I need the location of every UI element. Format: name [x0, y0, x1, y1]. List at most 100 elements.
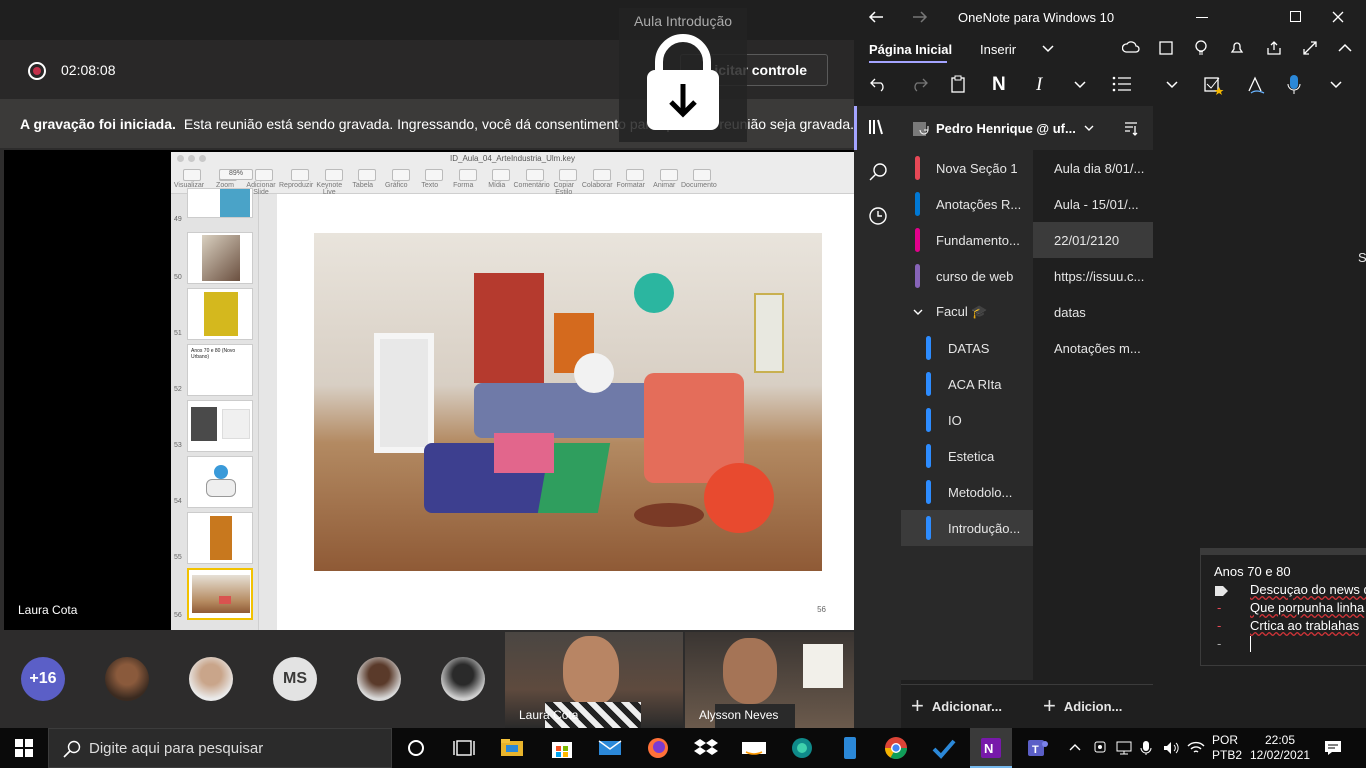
participant-avatar[interactable] — [441, 657, 485, 701]
webcam-icon[interactable] — [1092, 740, 1108, 756]
participant-avatar[interactable] — [189, 657, 233, 701]
participant-avatar[interactable] — [357, 657, 401, 701]
notebooks-icon[interactable] — [868, 118, 888, 136]
page-item[interactable]: Anotações m... — [1033, 330, 1153, 366]
section-item[interactable]: Nova Seção 1 — [901, 150, 1033, 186]
italic-icon[interactable]: I — [1036, 74, 1042, 96]
redo-icon[interactable] — [910, 76, 928, 92]
page-item[interactable]: Aula - 15/01/... — [1033, 186, 1153, 222]
recent-clock-icon[interactable] — [868, 206, 888, 226]
keynote-toolbar-button: Formatar — [614, 168, 648, 196]
phone-app-icon[interactable] — [838, 736, 862, 760]
note-line[interactable]: Crtica ao trablahas — [1250, 618, 1359, 633]
participant-avatar[interactable]: MS — [273, 657, 317, 701]
back-arrow-icon[interactable] — [868, 10, 884, 24]
section-item[interactable]: Metodolo... — [901, 474, 1033, 510]
section-item[interactable]: curso de web — [901, 258, 1033, 294]
lightbulb-icon[interactable] — [1194, 40, 1208, 56]
slide-page-number: 56 — [817, 605, 826, 614]
slide-thumbnail-selected[interactable] — [187, 568, 253, 620]
onenote-taskbar-active[interactable]: N — [970, 728, 1012, 768]
chevron-down-icon[interactable] — [1042, 45, 1054, 53]
network-icon[interactable] — [1115, 740, 1133, 756]
add-page-button[interactable]: + Adicion... — [1043, 684, 1122, 728]
tag-checkbox-icon[interactable] — [1204, 75, 1224, 95]
chevron-up-icon[interactable] — [1069, 742, 1081, 752]
sync-cloud-icon[interactable] — [1122, 40, 1140, 56]
clipboard-icon[interactable] — [950, 75, 966, 93]
notebook-selector[interactable]: Pedro Henrique @ uf... — [901, 106, 1153, 150]
section-item[interactable]: ACA RIta — [901, 366, 1033, 402]
teams-icon[interactable]: T — [1026, 736, 1050, 760]
note-container[interactable]: Anos 70 e 80 Descuçao do news d - Que po… — [1200, 548, 1366, 666]
todo-check-icon[interactable] — [932, 736, 956, 760]
bell-icon[interactable] — [1230, 40, 1244, 56]
download-overlay: Aula Introdução — [619, 8, 747, 142]
section-item[interactable]: DATAS — [901, 330, 1033, 366]
search-icon[interactable] — [868, 162, 888, 182]
microphone-icon[interactable] — [1140, 740, 1152, 756]
close-icon[interactable] — [1332, 11, 1344, 23]
chevron-down-icon[interactable] — [1074, 81, 1086, 89]
edge-browser-icon[interactable] — [790, 736, 814, 760]
page-item[interactable]: Aula dia 8/01/... — [1033, 150, 1153, 186]
sort-icon[interactable] — [1123, 120, 1139, 136]
section-group-facul[interactable]: Facul 🎓 — [901, 294, 1033, 330]
add-section-button[interactable]: + Adicionar... — [911, 684, 1002, 728]
section-item[interactable]: Estetica — [901, 438, 1033, 474]
section-item[interactable]: Anotações R... — [901, 186, 1033, 222]
mail-icon[interactable] — [598, 736, 622, 760]
slide-thumbnail — [187, 188, 253, 218]
undo-icon[interactable] — [870, 76, 888, 92]
bullet-list-icon[interactable] — [1112, 76, 1132, 92]
note-container-handle[interactable] — [1201, 549, 1366, 555]
note-heading[interactable]: Anos 70 e 80 — [1214, 564, 1291, 579]
participant-video-tile[interactable]: Alysson Neves — [685, 632, 854, 728]
clock[interactable]: 22:05 12/02/2021 — [1250, 733, 1310, 763]
keynote-toolbar-button: Animar — [648, 168, 682, 196]
spelling-icon[interactable] — [1246, 75, 1266, 95]
microsoft-store-icon[interactable] — [550, 736, 574, 760]
keynote-toolbar-button: Keynote Live — [313, 168, 347, 196]
maximize-icon[interactable] — [1290, 11, 1301, 22]
cortana-icon[interactable] — [404, 736, 428, 760]
tab-home[interactable]: Página Inicial — [869, 42, 952, 57]
forward-arrow-icon[interactable] — [912, 10, 928, 24]
overflow-participants-button[interactable]: +16 — [21, 657, 65, 701]
language-indicator[interactable]: POR PTB2 — [1212, 733, 1242, 763]
dropbox-icon[interactable] — [694, 736, 718, 760]
chrome-icon[interactable] — [884, 736, 908, 760]
page-item[interactable]: https://issuu.c... — [1033, 258, 1153, 294]
bold-icon[interactable]: N — [992, 74, 1006, 96]
share-icon[interactable] — [1266, 40, 1282, 56]
note-line[interactable]: Descuçao do news d — [1250, 582, 1366, 597]
dictate-microphone-icon[interactable] — [1286, 74, 1302, 96]
note-line[interactable]: Que porpunha linha — [1250, 600, 1364, 615]
sticky-notes-icon[interactable] — [1158, 40, 1174, 56]
task-view-icon[interactable] — [452, 736, 476, 760]
tab-insert[interactable]: Inserir — [980, 42, 1016, 57]
section-item[interactable]: Fundamento... — [901, 222, 1033, 258]
firefox-icon[interactable] — [646, 736, 670, 760]
action-center-icon[interactable] — [1324, 740, 1342, 756]
chevron-down-icon[interactable] — [1330, 81, 1342, 89]
file-explorer-icon[interactable] — [500, 736, 524, 760]
windows-start-icon[interactable] — [15, 739, 33, 757]
page-item[interactable]: datas — [1033, 294, 1153, 330]
section-item-selected[interactable]: Introdução... — [901, 510, 1033, 546]
taskbar-search-box[interactable]: Digite aqui para pesquisar — [48, 728, 392, 768]
volume-icon[interactable] — [1162, 740, 1180, 756]
chevron-up-icon[interactable] — [1338, 42, 1352, 54]
keynote-toolbar-button: Documento — [681, 168, 717, 196]
amazon-icon[interactable] — [742, 736, 766, 760]
participant-avatar[interactable] — [105, 657, 149, 701]
wifi-icon[interactable] — [1187, 740, 1205, 756]
chevron-down-icon — [1084, 125, 1094, 131]
section-item[interactable]: IO — [901, 402, 1033, 438]
fullscreen-icon[interactable] — [1302, 40, 1318, 56]
chevron-down-icon[interactable] — [1166, 81, 1178, 89]
text-cursor — [1250, 636, 1251, 652]
minimize-icon[interactable] — [1196, 17, 1208, 18]
page-item-selected[interactable]: 22/01/2120 — [1033, 222, 1153, 258]
participant-video-tile[interactable]: Laura Cota — [505, 632, 683, 728]
